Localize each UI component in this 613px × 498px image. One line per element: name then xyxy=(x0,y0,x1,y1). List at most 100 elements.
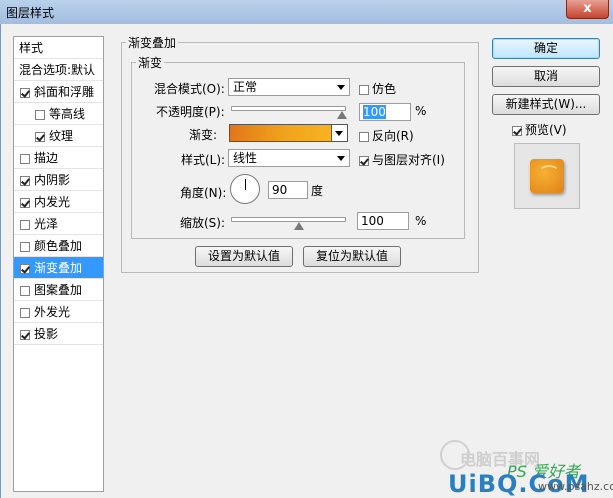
angle-value: 90 xyxy=(272,183,288,197)
reset-default-label: 复位为默认值 xyxy=(315,249,388,263)
dither-checkbox-box[interactable] xyxy=(359,84,369,95)
blend-mode-select[interactable]: 正常 xyxy=(228,78,350,96)
list-item-label: 等高线 xyxy=(49,107,86,121)
list-item-styles[interactable]: 样式 xyxy=(14,37,103,59)
chevron-down-icon xyxy=(337,156,345,161)
reset-default-button[interactable]: 复位为默认值 xyxy=(303,246,401,267)
list-item-label: 光泽 xyxy=(34,217,59,231)
list-item-pattern-overlay[interactable]: 图案叠加 xyxy=(14,279,103,301)
list-item-label: 斜面和浮雕 xyxy=(34,85,95,99)
scale-label: 缩放(S): xyxy=(180,216,226,230)
list-item-outer-glow[interactable]: 外发光 xyxy=(14,301,103,323)
style-list: 样式 混合选项:默认 斜面和浮雕 等高线 纹理 描边 内阴影 内发光 光泽 颜色… xyxy=(13,36,104,492)
list-item-label: 颜色叠加 xyxy=(34,239,83,253)
list-item-label: 外发光 xyxy=(34,305,71,319)
ok-label: 确定 xyxy=(533,41,558,55)
list-item-inner-shadow[interactable]: 内阴影 xyxy=(14,169,103,191)
list-item-inner-glow[interactable]: 内发光 xyxy=(14,191,103,213)
list-item-label: 混合选项:默认 xyxy=(19,63,96,77)
list-item-texture[interactable]: 纹理 xyxy=(14,125,103,147)
chevron-down-icon xyxy=(337,85,345,90)
opacity-slider-track[interactable] xyxy=(231,106,346,111)
checkbox-pattern-overlay[interactable] xyxy=(20,285,30,296)
dither-label: 仿色 xyxy=(372,82,397,96)
reverse-checkbox-box[interactable] xyxy=(359,131,369,142)
scale-slider-thumb[interactable] xyxy=(294,222,304,230)
gradient-swatch[interactable] xyxy=(229,124,332,142)
list-item-blending-options[interactable]: 混合选项:默认 xyxy=(14,59,103,81)
checkbox-contour[interactable] xyxy=(35,109,45,120)
preview-checkbox-box[interactable] xyxy=(512,125,522,136)
list-item-label: 图案叠加 xyxy=(34,283,83,297)
preview-label: 预览(V) xyxy=(525,123,567,137)
list-item-contour[interactable]: 等高线 xyxy=(14,103,103,125)
window-title: 图层样式 xyxy=(6,6,55,20)
angle-input[interactable]: 90 xyxy=(268,181,308,199)
checkbox-gradient-overlay[interactable] xyxy=(20,263,30,274)
list-item-label: 描边 xyxy=(34,151,59,165)
list-item-bevel-emboss[interactable]: 斜面和浮雕 xyxy=(14,81,103,103)
blend-mode-value: 正常 xyxy=(233,80,258,94)
list-item-label: 纹理 xyxy=(49,129,74,143)
list-item-drop-shadow[interactable]: 投影 xyxy=(14,323,103,345)
align-with-layer-label: 与图层对齐(I) xyxy=(372,153,445,167)
checkbox-satin[interactable] xyxy=(20,219,30,230)
preview-swatch xyxy=(530,159,564,193)
list-item-satin[interactable]: 光泽 xyxy=(14,213,103,235)
close-icon: x xyxy=(583,1,592,16)
list-item-stroke[interactable]: 描边 xyxy=(14,147,103,169)
gradient-label: 渐变: xyxy=(189,128,218,142)
list-item-label: 内发光 xyxy=(34,195,71,209)
scale-unit: % xyxy=(415,214,427,228)
scale-slider-track[interactable] xyxy=(231,217,346,222)
blend-mode-label: 混合模式(O): xyxy=(154,82,225,96)
style-preview-thumbnail xyxy=(514,143,580,209)
new-style-label: 新建样式(W)... xyxy=(505,97,587,111)
angle-dial[interactable] xyxy=(230,174,260,204)
preview-checkbox[interactable]: 预览(V) xyxy=(512,121,567,138)
list-item-label: 样式 xyxy=(19,41,44,55)
opacity-unit: % xyxy=(415,104,427,118)
checkbox-drop-shadow[interactable] xyxy=(20,329,30,340)
style-select[interactable]: 线性 xyxy=(228,149,350,167)
opacity-label: 不透明度(P): xyxy=(156,105,225,119)
ok-button[interactable]: 确定 xyxy=(492,38,600,59)
list-item-gradient-overlay[interactable]: 渐变叠加 xyxy=(14,257,103,279)
angle-label: 角度(N): xyxy=(180,186,227,200)
make-default-label: 设置为默认值 xyxy=(207,249,280,263)
style-value: 线性 xyxy=(233,151,258,165)
scale-value: 100 xyxy=(361,214,384,228)
reverse-label: 反向(R) xyxy=(372,129,414,143)
list-item-color-overlay[interactable]: 颜色叠加 xyxy=(14,235,103,257)
opacity-slider-thumb[interactable] xyxy=(337,111,347,119)
align-with-layer-checkbox-box[interactable] xyxy=(359,155,369,166)
style-label: 样式(L): xyxy=(181,153,226,167)
scale-input[interactable]: 100 xyxy=(357,212,409,230)
checkbox-bevel-emboss[interactable] xyxy=(20,87,30,98)
dither-checkbox[interactable]: 仿色 xyxy=(359,80,396,97)
checkbox-stroke[interactable] xyxy=(20,153,30,164)
list-item-label: 渐变叠加 xyxy=(34,261,83,275)
gradient-overlay-group-title: 渐变叠加 xyxy=(126,34,179,51)
list-item-label: 内阴影 xyxy=(34,173,71,187)
reverse-checkbox[interactable]: 反向(R) xyxy=(359,127,414,144)
gradient-group-title: 渐变 xyxy=(136,54,165,71)
opacity-input[interactable]: 100 xyxy=(359,103,411,121)
cancel-button[interactable]: 取消 xyxy=(492,66,600,87)
close-button[interactable]: x xyxy=(566,0,609,19)
checkbox-outer-glow[interactable] xyxy=(20,307,30,318)
watermark-line4: www.psahz.com xyxy=(538,480,613,493)
checkbox-texture[interactable] xyxy=(35,131,45,142)
angle-dial-needle xyxy=(245,179,246,190)
opacity-value: 100 xyxy=(363,105,386,119)
list-item-label: 投影 xyxy=(34,327,59,341)
cancel-label: 取消 xyxy=(533,69,558,83)
checkbox-inner-shadow[interactable] xyxy=(20,175,30,186)
checkbox-inner-glow[interactable] xyxy=(20,197,30,208)
new-style-button[interactable]: 新建样式(W)... xyxy=(492,94,600,115)
gradient-picker-arrow[interactable] xyxy=(332,124,348,142)
make-default-button[interactable]: 设置为默认值 xyxy=(195,246,293,267)
align-with-layer-checkbox[interactable]: 与图层对齐(I) xyxy=(359,151,445,168)
title-bar: 图层样式 x xyxy=(0,0,613,25)
checkbox-color-overlay[interactable] xyxy=(20,241,30,252)
